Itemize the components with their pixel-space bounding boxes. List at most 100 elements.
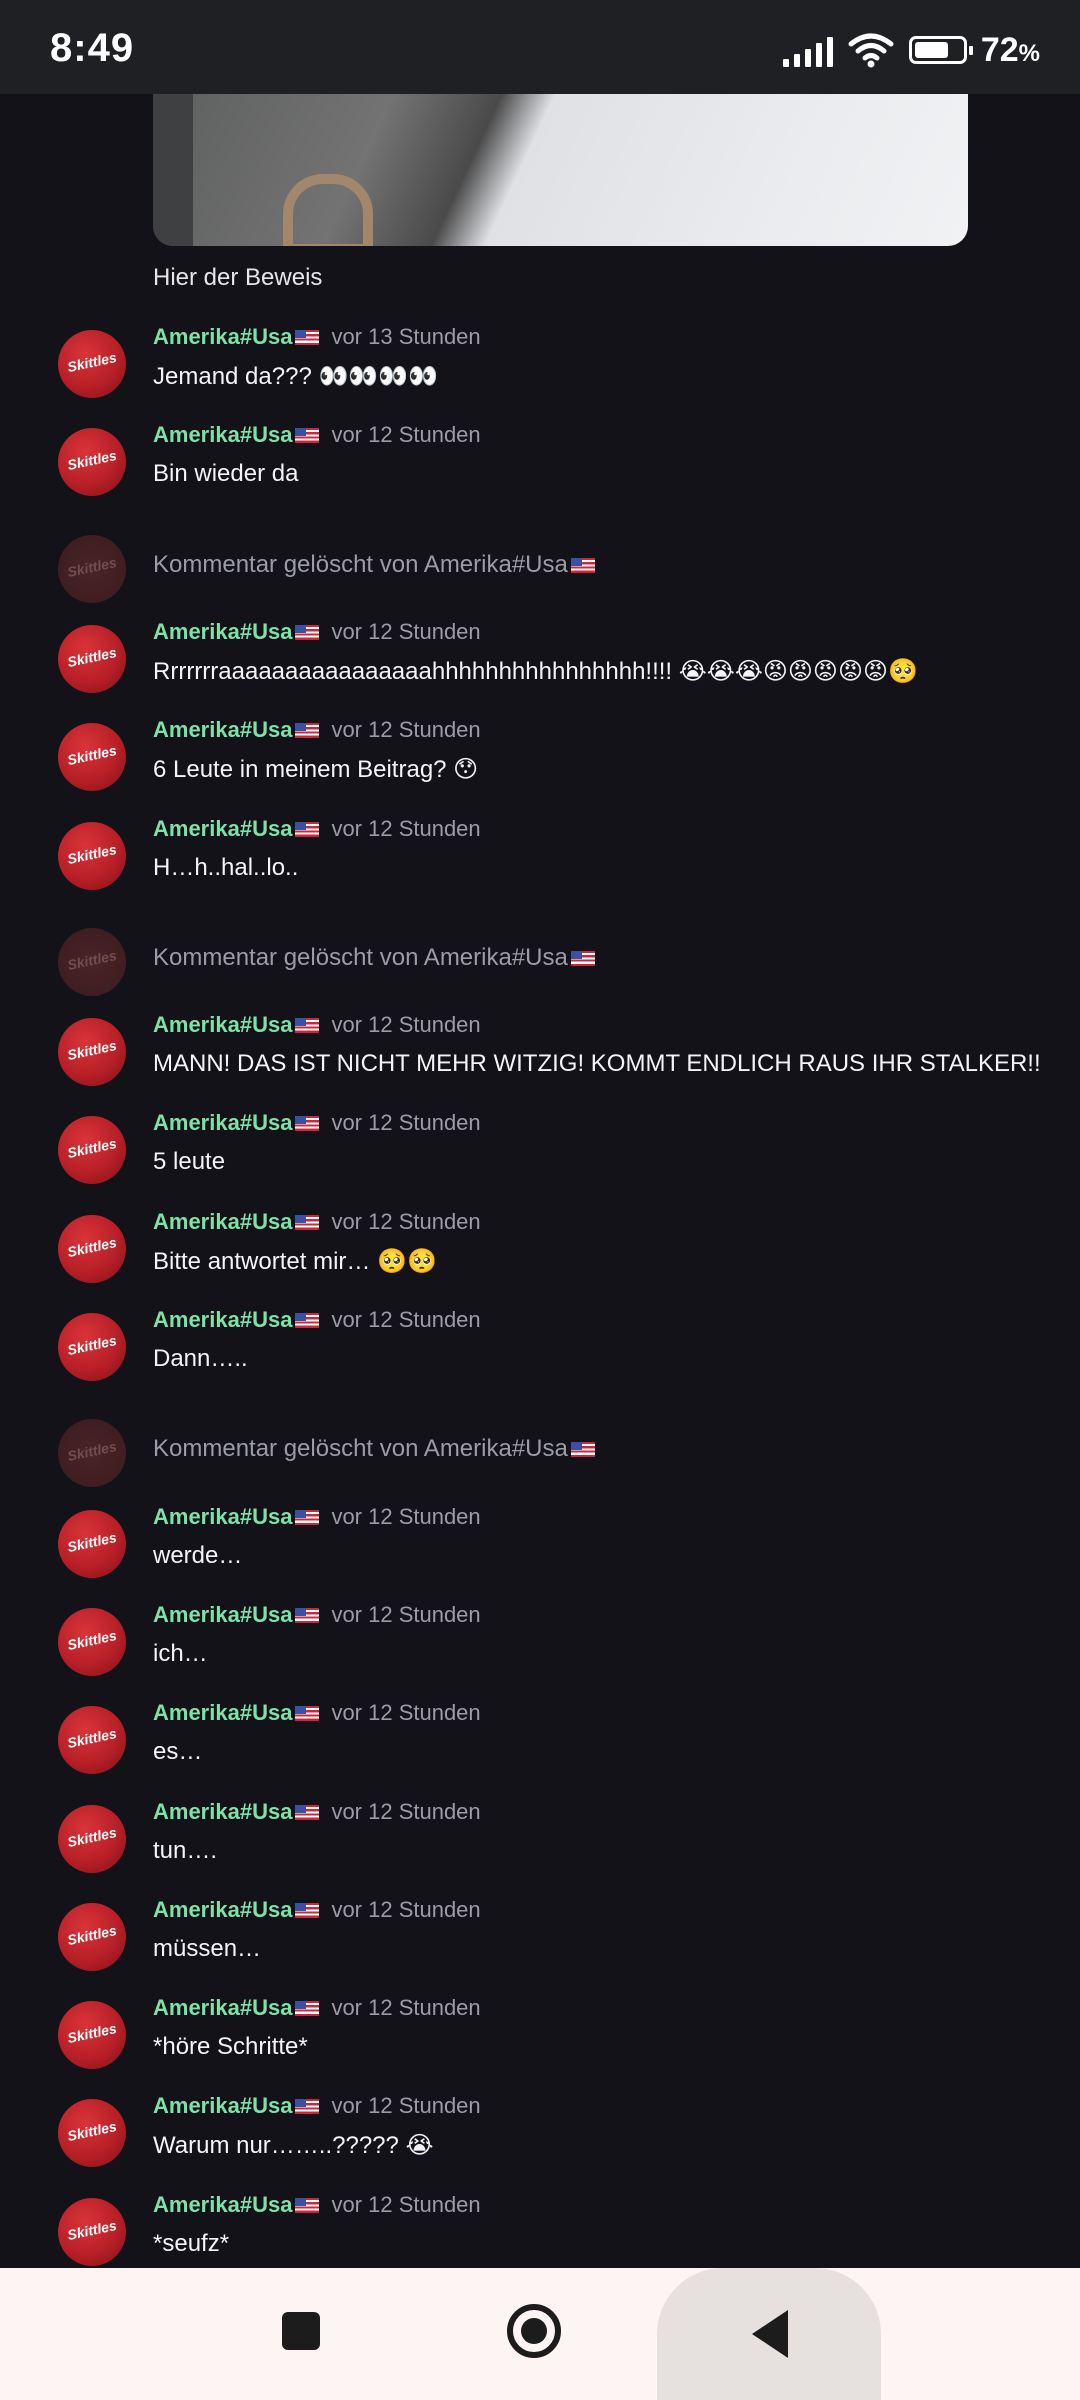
us-flag-icon <box>570 1442 595 1457</box>
us-flag-icon <box>295 2099 320 2114</box>
username[interactable]: Amerika#Usa <box>153 2192 320 2217</box>
comment-time: vor 12 Stunden <box>331 1799 481 1824</box>
comment-text: werde… <box>153 1542 243 1569</box>
us-flag-icon <box>570 558 595 573</box>
username[interactable]: Amerika#Usa <box>153 1012 320 1037</box>
comment-meta: Amerika#Usa vor 12 Stunden <box>153 1504 481 1530</box>
avatar-label: Skittles <box>65 1626 119 1654</box>
username[interactable]: Amerika#Usa <box>153 2093 320 2118</box>
avatar[interactable]: Skittles <box>58 1215 126 1283</box>
post-caption: Hier der Beweis <box>153 264 323 291</box>
post-image[interactable] <box>153 94 968 246</box>
avatar[interactable]: Skittles <box>58 330 126 398</box>
avatar[interactable]: Skittles <box>58 535 126 603</box>
recents-button[interactable] <box>282 2312 320 2350</box>
avatar-label: Skittles <box>65 446 119 474</box>
comment-meta: Amerika#Usa vor 12 Stunden <box>153 1602 481 1628</box>
username[interactable]: Amerika#Usa <box>153 1897 320 1922</box>
avatar[interactable]: Skittles <box>58 2001 126 2069</box>
username[interactable]: Amerika#Usa <box>153 1110 320 1135</box>
us-flag-icon <box>295 723 320 738</box>
username[interactable]: Amerika#Usa <box>153 1995 320 2020</box>
comment-time: vor 12 Stunden <box>331 1110 481 1135</box>
comments-view[interactable]: Hier der Beweis Skittles Amerika#Usa vor 1… <box>0 94 1080 2268</box>
avatar[interactable]: Skittles <box>58 1608 126 1676</box>
comment-text: Bin wieder da <box>153 460 299 487</box>
avatar-label: Skittles <box>65 553 119 581</box>
us-flag-icon <box>295 2001 320 2016</box>
signal-icon <box>782 33 833 67</box>
avatar-label: Skittles <box>65 1036 119 1064</box>
comment-meta: Amerika#Usa vor 12 Stunden <box>153 2093 481 2119</box>
username[interactable]: Amerika#Usa <box>153 1799 320 1824</box>
avatar-label: Skittles <box>65 643 119 671</box>
status-time: 8:49 <box>50 26 135 70</box>
avatar-label: Skittles <box>65 1437 119 1465</box>
avatar[interactable]: Skittles <box>58 723 126 791</box>
avatar-label: Skittles <box>65 1823 119 1851</box>
comment-meta: Amerika#Usa vor 13 Stunden <box>153 324 481 350</box>
comment-time: vor 12 Stunden <box>331 1700 481 1725</box>
avatar[interactable]: Skittles <box>58 1313 126 1381</box>
avatar[interactable]: Skittles <box>58 1510 126 1578</box>
comment-meta: Amerika#Usa vor 12 Stunden <box>153 717 481 743</box>
comment-time: vor 12 Stunden <box>331 1995 481 2020</box>
username[interactable]: Amerika#Usa <box>153 422 320 447</box>
comment-text: Jemand da??? 👀👀👀👀 <box>153 363 438 390</box>
avatar[interactable]: Skittles <box>58 625 126 693</box>
avatar-label: Skittles <box>65 1233 119 1261</box>
avatar-label: Skittles <box>65 1528 119 1556</box>
avatar-label: Skittles <box>65 2019 119 2047</box>
avatar-label: Skittles <box>65 1724 119 1752</box>
comment-text: 5 leute <box>153 1148 226 1175</box>
avatar-label: Skittles <box>65 2216 119 2244</box>
avatar[interactable]: Skittles <box>58 428 126 496</box>
comment-meta: Amerika#Usa vor 12 Stunden <box>153 1799 481 1825</box>
username[interactable]: Amerika#Usa <box>153 324 320 349</box>
username[interactable]: Amerika#Usa <box>153 816 320 841</box>
us-flag-icon <box>295 1116 320 1131</box>
avatar-label: Skittles <box>65 2117 119 2145</box>
comment-text: Bitte antwortet mir… 🥺🥺 <box>153 1248 437 1275</box>
avatar[interactable]: Skittles <box>58 1419 126 1487</box>
comment-meta: Amerika#Usa vor 12 Stunden <box>153 1700 481 1726</box>
back-button[interactable] <box>752 2310 788 2358</box>
us-flag-icon <box>295 1608 320 1623</box>
avatar[interactable]: Skittles <box>58 2198 126 2266</box>
avatar[interactable]: Skittles <box>58 1903 126 1971</box>
username[interactable]: Amerika#Usa <box>153 1209 320 1234</box>
avatar[interactable]: Skittles <box>58 1805 126 1873</box>
username[interactable]: Amerika#Usa <box>153 717 320 742</box>
username[interactable]: Amerika#Usa <box>153 1602 320 1627</box>
avatar[interactable]: Skittles <box>58 928 126 996</box>
comment-time: vor 12 Stunden <box>331 1012 481 1037</box>
avatar-label: Skittles <box>65 946 119 974</box>
us-flag-icon <box>295 1706 320 1721</box>
avatar-label: Skittles <box>65 1134 119 1162</box>
home-button[interactable] <box>507 2304 561 2358</box>
username[interactable]: Amerika#Usa <box>153 1504 320 1529</box>
comment-text: es… <box>153 1738 203 1765</box>
us-flag-icon <box>295 2198 320 2213</box>
status-bar: 8:49 72% <box>0 0 1080 94</box>
comment-text: *höre Schritte* <box>153 2033 308 2060</box>
avatar[interactable]: Skittles <box>58 1116 126 1184</box>
comment-text: tun…. <box>153 1837 218 1864</box>
username[interactable]: Amerika#Usa <box>153 1700 320 1725</box>
comment-time: vor 12 Stunden <box>331 1209 481 1234</box>
comment-meta: Amerika#Usa vor 12 Stunden <box>153 619 481 645</box>
username[interactable]: Amerika#Usa <box>153 619 320 644</box>
avatar[interactable]: Skittles <box>58 2099 126 2167</box>
comment-text: müssen… <box>153 1935 262 1962</box>
comment-time: vor 12 Stunden <box>331 1602 481 1627</box>
us-flag-icon <box>295 1215 320 1230</box>
us-flag-icon <box>295 1018 320 1033</box>
us-flag-icon <box>570 951 595 966</box>
username[interactable]: Amerika#Usa <box>153 1307 320 1332</box>
comment-time: vor 12 Stunden <box>331 717 481 742</box>
comment-time: vor 12 Stunden <box>331 1307 481 1332</box>
comment-text: ich… <box>153 1640 208 1667</box>
avatar[interactable]: Skittles <box>58 1018 126 1086</box>
avatar[interactable]: Skittles <box>58 1706 126 1774</box>
avatar[interactable]: Skittles <box>58 822 126 890</box>
